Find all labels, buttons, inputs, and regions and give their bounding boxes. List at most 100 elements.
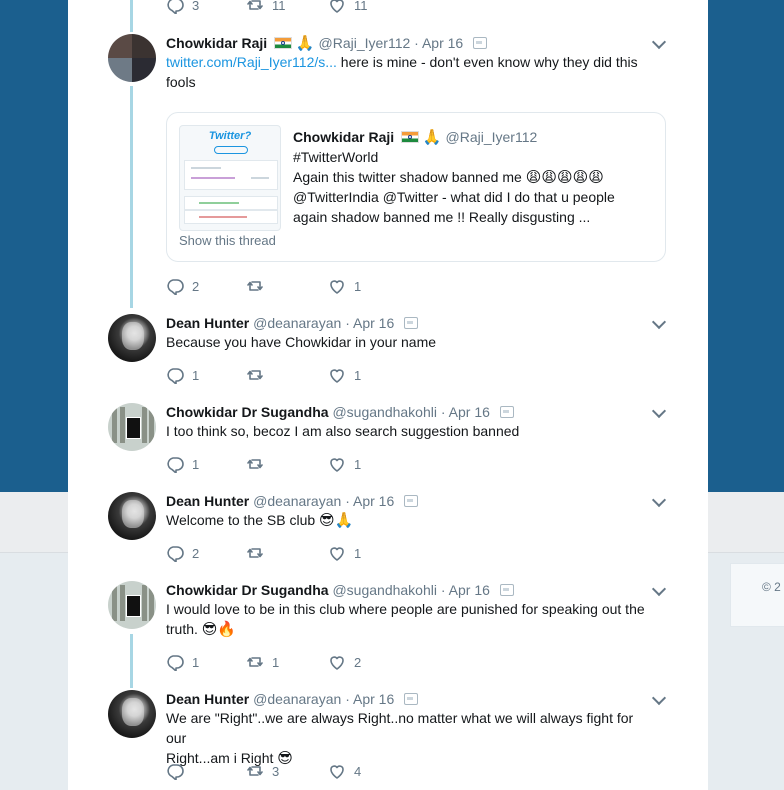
tweet[interactable]: Chowkidar Dr Sugandha @sugandhakohli · A… (68, 403, 708, 483)
like-count: 4 (354, 763, 362, 779)
display-name[interactable]: Chowkidar Dr Sugandha (166, 404, 329, 420)
chevron-down-icon[interactable] (651, 314, 667, 330)
like-button[interactable]: 11 (328, 0, 368, 14)
show-thread-link[interactable]: Show this thread (179, 233, 276, 248)
thumbnail-title: Twitter? (208, 130, 252, 142)
user-handle[interactable]: @sugandhakohli (332, 582, 437, 598)
emoji-icon: 😎 (277, 750, 293, 767)
display-name[interactable]: Dean Hunter (166, 691, 249, 707)
action-bar: 3 11 11 (166, 0, 566, 14)
like-count: 1 (354, 456, 362, 472)
emoji-icon: 😎🙏 (319, 512, 354, 529)
tweet-text-line: here is mine - don't even know why they … (336, 54, 638, 70)
reply-button[interactable]: 1 (166, 653, 199, 671)
tweet-text-line: truth. (166, 621, 202, 637)
tweet-date[interactable]: Apr 16 (449, 582, 490, 598)
like-button[interactable]: 1 (328, 277, 361, 295)
display-name[interactable]: Chowkidar Dr Sugandha (166, 582, 329, 598)
retweet-button[interactable] (246, 544, 272, 562)
separator-dot: · (345, 493, 350, 509)
chevron-down-icon[interactable] (651, 492, 667, 508)
tweet-header: Dean Hunter @deanarayan · Apr 16 (166, 492, 419, 510)
tweet-date[interactable]: Apr 16 (449, 404, 490, 420)
like-button[interactable]: 2 (328, 653, 361, 671)
display-name[interactable]: Chowkidar Raji (166, 35, 267, 51)
like-icon (330, 656, 344, 670)
reply-button[interactable]: 3 (166, 0, 199, 14)
tweet[interactable]: Dean Hunter @deanarayan · Apr 16 Because… (68, 314, 708, 394)
like-icon (330, 0, 344, 13)
avatar[interactable] (108, 403, 156, 451)
calendar-icon (473, 37, 488, 49)
retweet-button[interactable] (246, 455, 272, 473)
avatar[interactable] (108, 581, 156, 629)
reply-count: 1 (192, 367, 200, 383)
chevron-down-icon[interactable] (651, 690, 667, 706)
tweet-date[interactable]: Apr 16 (353, 691, 394, 707)
user-handle[interactable]: @deanarayan (253, 315, 341, 331)
user-handle[interactable]: @deanarayan (253, 691, 341, 707)
like-count: 2 (354, 654, 362, 670)
avatar[interactable] (108, 690, 156, 738)
retweet-icon (247, 370, 263, 380)
tweet-header: Dean Hunter @deanarayan · Apr 16 (166, 314, 419, 332)
reply-button[interactable] (166, 762, 192, 780)
tweet[interactable]: Chowkidar Raji 🙏 @Raji_Iyer112 · Apr 16 … (68, 34, 708, 304)
user-handle[interactable]: @deanarayan (253, 493, 341, 509)
calendar-icon (404, 495, 419, 507)
tweet-link[interactable]: twitter.com/Raji_Iyer112/s... (166, 54, 337, 70)
quoted-text-line: #TwitterWorld (293, 149, 379, 165)
quoted-display-name: Chowkidar Raji (293, 129, 395, 145)
retweet-button[interactable]: 3 (246, 762, 279, 780)
chevron-down-icon[interactable] (651, 403, 667, 419)
retweet-icon (247, 766, 263, 776)
reply-icon (167, 546, 184, 562)
tweet-text-line: fools (166, 74, 196, 90)
reply-count: 2 (192, 545, 200, 561)
tweet-date[interactable]: Apr 16 (422, 35, 463, 51)
like-button[interactable]: 1 (328, 455, 361, 473)
chevron-down-icon[interactable] (651, 34, 667, 50)
reply-button[interactable]: 2 (166, 544, 199, 562)
thread-line (130, 0, 133, 32)
tweet-date[interactable]: Apr 16 (353, 315, 394, 331)
reply-count: 3 (192, 0, 200, 13)
retweet-button[interactable]: 1 (246, 653, 279, 671)
user-handle[interactable]: @sugandhakohli (332, 404, 437, 420)
separator-dot: · (345, 315, 350, 331)
separator-dot: · (414, 35, 419, 51)
tweet[interactable]: Dean Hunter @deanarayan · Apr 16 Welcome… (68, 492, 708, 572)
avatar[interactable] (108, 314, 156, 362)
retweet-button[interactable] (246, 277, 272, 295)
calendar-icon (499, 406, 514, 418)
calendar-icon (404, 317, 419, 329)
user-handle[interactable]: @Raji_Iyer112 (319, 35, 411, 51)
reply-icon (167, 279, 184, 295)
reply-button[interactable]: 2 (166, 277, 199, 295)
reply-icon (167, 764, 184, 780)
like-button[interactable]: 4 (328, 762, 361, 780)
retweet-icon (247, 657, 263, 667)
retweet-count: 3 (272, 763, 280, 779)
reply-count: 1 (192, 456, 200, 472)
reply-icon (167, 368, 184, 384)
like-icon (330, 458, 344, 472)
display-name[interactable]: Dean Hunter (166, 493, 249, 509)
retweet-button[interactable]: 11 (246, 0, 286, 14)
footer-copyright: © 2 (762, 580, 781, 594)
chevron-down-icon[interactable] (651, 581, 667, 597)
retweet-button[interactable] (246, 366, 272, 384)
reply-button[interactable]: 1 (166, 366, 199, 384)
like-icon (330, 369, 344, 383)
avatar[interactable] (108, 492, 156, 540)
tweet[interactable]: Dean Hunter @deanarayan · Apr 16 We are … (68, 690, 708, 790)
quoted-tweet-card[interactable]: Twitter? Chowkidar Raji 🙏 @Raji_Iyer112 … (166, 112, 666, 262)
avatar[interactable] (108, 34, 156, 82)
like-button[interactable]: 1 (328, 366, 361, 384)
india-flag-icon (401, 131, 420, 143)
display-name[interactable]: Dean Hunter (166, 315, 249, 331)
tweet-date[interactable]: Apr 16 (353, 493, 394, 509)
reply-button[interactable]: 1 (166, 455, 199, 473)
like-button[interactable]: 1 (328, 544, 361, 562)
tweet[interactable]: Chowkidar Dr Sugandha @sugandhakohli · A… (68, 581, 708, 681)
